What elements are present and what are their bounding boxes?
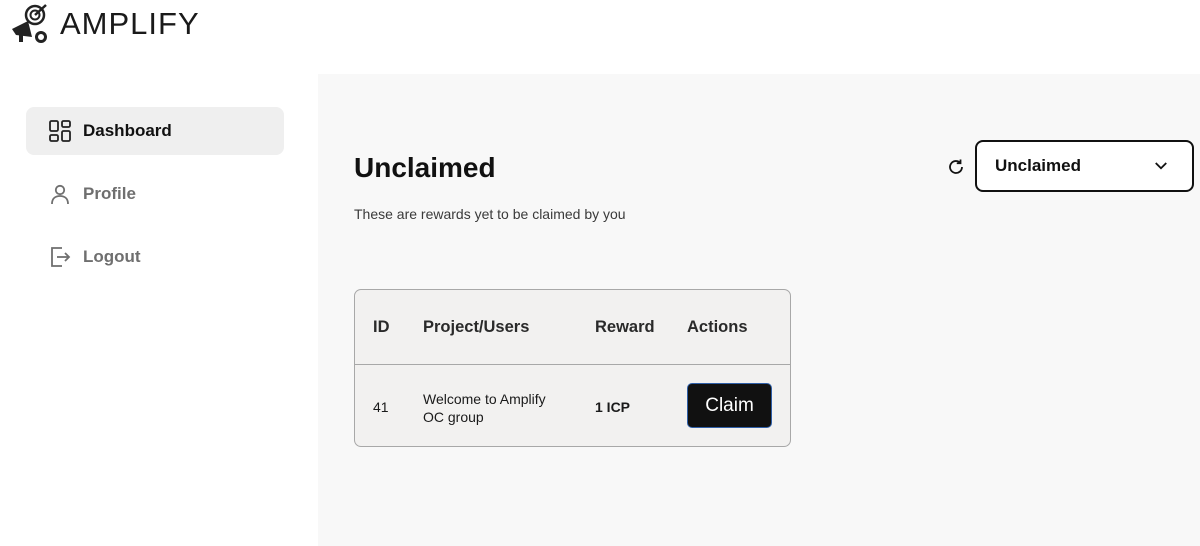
table-row: 41 Welcome to Amplify OC group 1 ICP Cla… [355,365,790,446]
cell-project: Welcome to Amplify OC group [423,390,546,426]
page-title: Unclaimed [354,152,496,183]
sidebar-item-dashboard[interactable]: Dashboard [26,107,284,155]
main-content: Unclaimed These are rewards yet to be cl… [318,74,1200,546]
megaphone-target-icon [12,4,47,43]
cell-project-line: OC group [423,409,484,425]
cell-id: 41 [373,399,389,415]
refresh-button[interactable] [944,155,968,179]
sidebar-item-logout[interactable]: Logout [26,233,284,281]
sidebar-item-label: Dashboard [83,121,172,140]
sidebar-item-profile[interactable]: Profile [26,170,284,218]
page-subtitle: These are rewards yet to be claimed by y… [354,206,626,222]
cell-project-line: Welcome to Amplify [423,391,546,407]
column-header-id: ID [373,318,390,336]
status-filter-dropdown[interactable]: Unclaimed [975,140,1194,192]
sidebar-item-label: Logout [83,247,141,266]
status-filter-value: Unclaimed [995,156,1081,175]
rewards-table: ID Project/Users Reward Actions 41 Welco… [354,289,791,447]
top-bar: AMPLIFY [0,0,1200,56]
app-logo[interactable]: AMPLIFY [10,4,200,44]
app-name: AMPLIFY [60,6,200,41]
user-icon [48,182,72,206]
table-header: ID Project/Users Reward Actions [355,290,790,365]
refresh-icon [949,159,963,174]
column-header-reward: Reward [595,318,655,336]
sidebar-item-label: Profile [83,184,136,203]
cell-reward: 1 ICP [595,399,631,415]
chevron-down-icon [1155,162,1167,170]
grid-icon [48,119,72,143]
logout-icon [48,245,72,269]
claim-button[interactable]: Claim [687,383,772,428]
column-header-actions: Actions [687,318,748,336]
column-header-project: Project/Users [423,318,530,336]
sidebar: Dashboard Profile Logout [0,74,318,546]
